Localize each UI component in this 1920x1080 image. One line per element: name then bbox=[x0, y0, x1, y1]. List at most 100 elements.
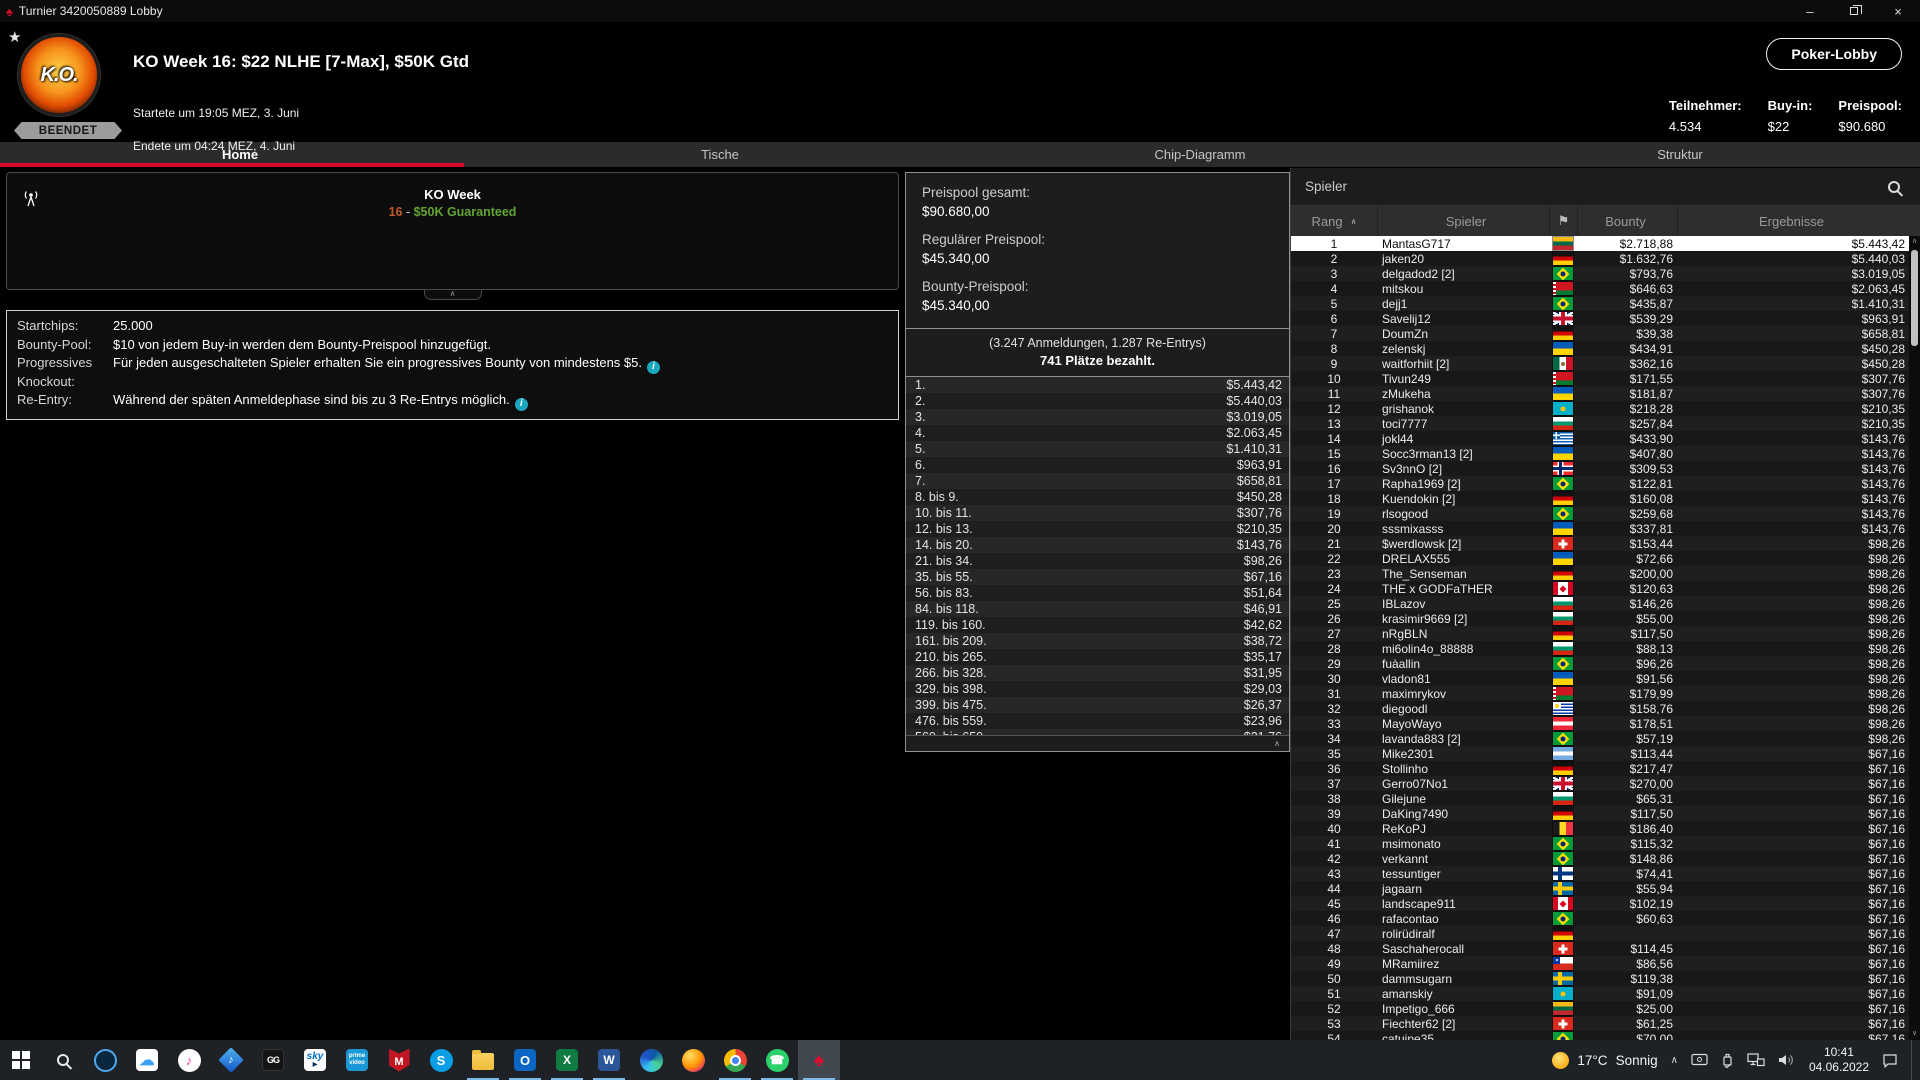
table-row[interactable]: 33 MayoWayo $178,51 $98,26 bbox=[1291, 716, 1909, 731]
table-row[interactable]: 1 MantasG717 $2.718,88 $5.443,42 bbox=[1291, 236, 1909, 251]
table-row[interactable]: 9 waitforhiit [2] $362,16 $450,28 bbox=[1291, 356, 1909, 371]
column-header-rank[interactable]: Rang ∧ bbox=[1291, 206, 1377, 236]
table-row[interactable]: 39 DaKing7490 $117,50 $67,16 bbox=[1291, 806, 1909, 821]
scroll-up-icon[interactable]: ∧ bbox=[1912, 236, 1917, 248]
tab-tische[interactable]: Tische bbox=[480, 142, 960, 167]
favorite-star-icon[interactable]: ★ bbox=[8, 28, 21, 46]
table-row[interactable]: 43 tessuntiger $74,41 $67,16 bbox=[1291, 866, 1909, 881]
table-row[interactable]: 42 verkannt $148,86 $67,16 bbox=[1291, 851, 1909, 866]
tab-chip-diagramm[interactable]: Chip-Diagramm bbox=[960, 142, 1440, 167]
ggpoker-icon[interactable]: GG bbox=[252, 1040, 294, 1080]
table-row[interactable]: 25 IBLazov $146,26 $98,26 bbox=[1291, 596, 1909, 611]
table-row[interactable]: 40 ReKoPJ $186,40 $67,16 bbox=[1291, 821, 1909, 836]
table-row[interactable]: 51 amanskiy $91,09 $67,16 bbox=[1291, 986, 1909, 1001]
taskbar-clock[interactable]: 10:41 04.06.2022 bbox=[1809, 1045, 1869, 1075]
table-row[interactable]: 18 Kuendokin [2] $160,08 $143,76 bbox=[1291, 491, 1909, 506]
table-row[interactable]: 26 krasimir9669 [2] $55,00 $98,26 bbox=[1291, 611, 1909, 626]
table-row[interactable]: 36 Stollinho $217,47 $67,16 bbox=[1291, 761, 1909, 776]
volume-icon[interactable] bbox=[1778, 1053, 1796, 1067]
edge-icon[interactable] bbox=[630, 1040, 672, 1080]
table-row[interactable]: 32 diegoodl $158,76 $98,26 bbox=[1291, 701, 1909, 716]
table-row[interactable]: 17 Rapha1969 [2] $122,81 $143,76 bbox=[1291, 476, 1909, 491]
poker-lobby-button[interactable]: Poker-Lobby bbox=[1766, 38, 1902, 70]
tab-struktur[interactable]: Struktur bbox=[1440, 142, 1920, 167]
table-row[interactable]: 50 dammsugarn $119,38 $67,16 bbox=[1291, 971, 1909, 986]
scroll-down-icon[interactable]: ∨ bbox=[1912, 1028, 1917, 1040]
table-row[interactable]: 2 jaken20 $1.632,76 $5.440,03 bbox=[1291, 251, 1909, 266]
table-row[interactable]: 44 jagaarn $55,94 $67,16 bbox=[1291, 881, 1909, 896]
file-explorer-icon[interactable] bbox=[462, 1040, 504, 1080]
info-icon[interactable]: i bbox=[646, 360, 660, 374]
table-row[interactable]: 37 Gerro07No1 $270,00 $67,16 bbox=[1291, 776, 1909, 791]
table-row[interactable]: 12 grishanok $218,28 $210,35 bbox=[1291, 401, 1909, 416]
network-icon[interactable] bbox=[1747, 1053, 1765, 1067]
table-row[interactable]: 19 rlsogood $259,68 $143,76 bbox=[1291, 506, 1909, 521]
table-row[interactable]: 30 vladon81 $91,56 $98,26 bbox=[1291, 671, 1909, 686]
window-titlebar[interactable]: ♠ Turnier 3420050889 Lobby – × bbox=[0, 0, 1920, 22]
table-row[interactable]: 34 lavanda883 [2] $57,19 $98,26 bbox=[1291, 731, 1909, 746]
table-row[interactable]: 24 THE x GODFaTHER $120,63 $98,26 bbox=[1291, 581, 1909, 596]
weather-widget[interactable]: 17°C Sonnig bbox=[1552, 1051, 1658, 1069]
table-row[interactable]: 10 Tivun249 $171,55 $307,76 bbox=[1291, 371, 1909, 386]
table-row[interactable]: 29 fuàallin $96,26 $98,26 bbox=[1291, 656, 1909, 671]
table-row[interactable]: 13 toci7777 $257,84 $210,35 bbox=[1291, 416, 1909, 431]
chrome-icon[interactable] bbox=[714, 1040, 756, 1080]
minimize-button[interactable]: – bbox=[1788, 0, 1832, 22]
windows-start-icon[interactable] bbox=[0, 1040, 42, 1080]
cortana-icon[interactable] bbox=[84, 1040, 126, 1080]
table-row[interactable]: 28 mi6olin4o_88888 $88,13 $98,26 bbox=[1291, 641, 1909, 656]
table-row[interactable]: 3 delgadod2 [2] $793,76 $3.019,05 bbox=[1291, 266, 1909, 281]
table-row[interactable]: 48 Saschaherocall $114,45 $67,16 bbox=[1291, 941, 1909, 956]
payout-scroll-footer[interactable]: ∧ bbox=[906, 735, 1289, 751]
skype-icon[interactable]: S bbox=[420, 1040, 462, 1080]
sky-icon[interactable]: sky ▶ bbox=[294, 1040, 336, 1080]
table-row[interactable]: 45 landscape911 $102,19 $67,16 bbox=[1291, 896, 1909, 911]
table-row[interactable]: 6 Savelij12 $539,29 $963,91 bbox=[1291, 311, 1909, 326]
close-button[interactable]: × bbox=[1876, 0, 1920, 22]
table-row[interactable]: 22 DRELAX555 $72,66 $98,26 bbox=[1291, 551, 1909, 566]
notifications-icon[interactable] bbox=[1882, 1053, 1898, 1068]
itunes-icon[interactable]: ♪ bbox=[168, 1040, 210, 1080]
table-row[interactable]: 52 Impetigo_666 $25,00 $67,16 bbox=[1291, 1001, 1909, 1016]
table-row[interactable]: 4 mitskou $646,63 $2.063,45 bbox=[1291, 281, 1909, 296]
table-row[interactable]: 8 zelenskj $434,91 $450,28 bbox=[1291, 341, 1909, 356]
tab-home[interactable]: Home bbox=[0, 142, 480, 167]
table-row[interactable]: 7 DoumZn $39,38 $658,81 bbox=[1291, 326, 1909, 341]
table-row[interactable]: 35 Mike2301 $113,44 $67,16 bbox=[1291, 746, 1909, 761]
table-row[interactable]: 41 msimonato $115,32 $67,16 bbox=[1291, 836, 1909, 851]
table-row[interactable]: 16 Sv3nnO [2] $309,53 $143,76 bbox=[1291, 461, 1909, 476]
table-row[interactable]: 14 jokl44 $433,90 $143,76 bbox=[1291, 431, 1909, 446]
table-row[interactable]: 15 Socc3rman13 [2] $407,80 $143,76 bbox=[1291, 446, 1909, 461]
tray-chevron-up-icon[interactable]: ∧ bbox=[1671, 1055, 1678, 1066]
icloud-icon[interactable]: ☁ bbox=[126, 1040, 168, 1080]
search-icon[interactable] bbox=[1888, 180, 1900, 193]
prime-video-icon[interactable]: prime video bbox=[336, 1040, 378, 1080]
scrollbar[interactable]: ∧ ∨ bbox=[1909, 236, 1920, 1040]
music-app-icon[interactable]: ♪ bbox=[210, 1040, 252, 1080]
scroll-thumb[interactable] bbox=[1911, 250, 1918, 346]
player-search-bar[interactable]: Spieler bbox=[1291, 168, 1920, 206]
restore-button[interactable] bbox=[1832, 0, 1876, 22]
table-row[interactable]: 49 MRamiirez $86,56 $67,16 bbox=[1291, 956, 1909, 971]
cast-icon[interactable] bbox=[1691, 1053, 1708, 1067]
firefox-icon[interactable] bbox=[672, 1040, 714, 1080]
usb-icon[interactable] bbox=[1721, 1053, 1734, 1068]
whatsapp-icon[interactable]: ☎ bbox=[756, 1040, 798, 1080]
collapse-panel-button[interactable]: ∧ bbox=[423, 289, 482, 300]
table-row[interactable]: 21 $werdlowsk [2] $153,44 $98,26 bbox=[1291, 536, 1909, 551]
info-icon[interactable]: i bbox=[514, 397, 528, 411]
table-row[interactable]: 53 Fiechter62 [2] $61,25 $67,16 bbox=[1291, 1016, 1909, 1031]
column-header-result[interactable]: Ergebnisse bbox=[1677, 206, 1909, 236]
table-row[interactable]: 46 rafacontao $60,63 $67,16 bbox=[1291, 911, 1909, 926]
table-row[interactable]: 47 rolirüdiralf $67,16 bbox=[1291, 926, 1909, 941]
show-desktop-button[interactable] bbox=[1911, 1040, 1916, 1080]
word-icon[interactable]: W bbox=[588, 1040, 630, 1080]
column-header-bounty[interactable]: Bounty bbox=[1577, 206, 1677, 236]
table-row[interactable]: 31 maximrykov $179,99 $98,26 bbox=[1291, 686, 1909, 701]
column-header-flag[interactable]: ⚑ bbox=[1549, 206, 1577, 236]
table-row[interactable]: 27 nRgBLN $117,50 $98,26 bbox=[1291, 626, 1909, 641]
table-row[interactable]: 23 The_Senseman $200,00 $98,26 bbox=[1291, 566, 1909, 581]
table-row[interactable]: 38 Gilejune $65,31 $67,16 bbox=[1291, 791, 1909, 806]
excel-icon[interactable]: X bbox=[546, 1040, 588, 1080]
search-icon[interactable] bbox=[42, 1040, 84, 1080]
